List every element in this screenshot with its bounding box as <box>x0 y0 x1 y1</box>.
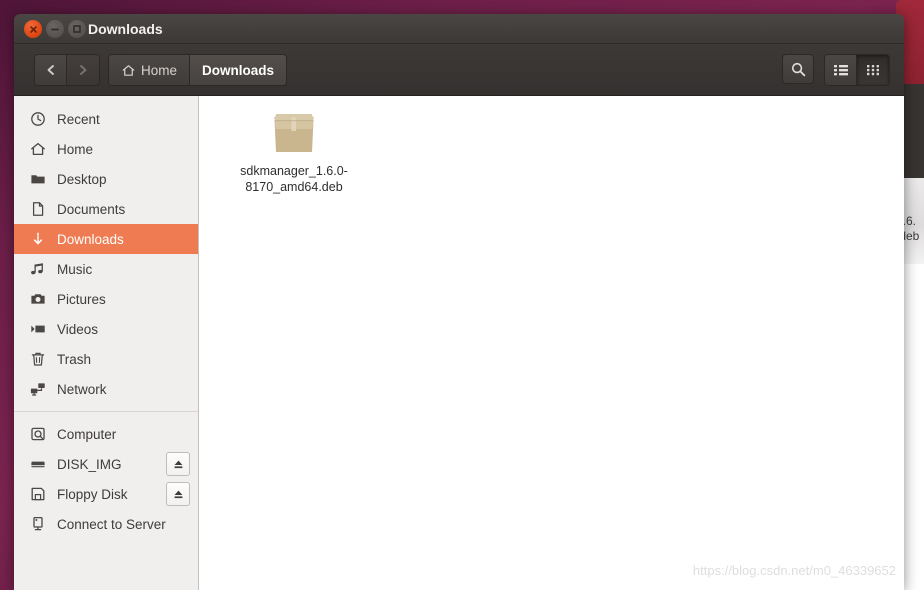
home-icon <box>122 64 135 76</box>
file-name-label: sdkmanager_1.6.0-8170_amd64.deb <box>240 164 348 194</box>
breadcrumb: Home Downloads <box>108 54 288 86</box>
file-list-content[interactable]: sdkmanager_1.6.0-8170_amd64.deb https://… <box>199 96 904 590</box>
maximize-button[interactable] <box>68 20 86 38</box>
file-item[interactable]: sdkmanager_1.6.0-8170_amd64.deb <box>224 108 364 195</box>
sidebar-item-downloads[interactable]: Downloads <box>14 224 198 254</box>
sidebar-item-music[interactable]: Music <box>14 254 198 284</box>
titlebar: Downloads <box>14 14 904 44</box>
view-mode-group <box>824 54 890 86</box>
sidebar-label-network: Network <box>57 381 107 397</box>
home-icon <box>29 141 46 158</box>
sidebar-label-recent: Recent <box>57 111 100 127</box>
sidebar-item-floppy-disk[interactable]: Floppy Disk <box>14 479 198 509</box>
floppy-icon <box>29 486 46 503</box>
sidebar-label-home: Home <box>57 141 94 157</box>
document-icon <box>29 201 46 218</box>
video-icon <box>29 321 46 338</box>
harddisk-icon <box>29 426 46 443</box>
chevron-right-icon <box>80 65 87 75</box>
sidebar-label-computer: Computer <box>57 426 117 442</box>
sidebar-item-connect-to-server[interactable]: Connect to Server <box>14 509 198 539</box>
sidebar-label-downloads: Downloads <box>57 231 124 247</box>
minimize-button[interactable] <box>46 20 64 38</box>
grid-view-icon <box>867 65 879 76</box>
eject-icon <box>174 460 182 468</box>
navigation-buttons <box>34 54 100 86</box>
list-view-icon <box>833 65 848 76</box>
toolbar: Home Downloads <box>14 44 904 96</box>
chevron-left-icon <box>47 65 54 75</box>
watermark-text: https://blog.csdn.net/m0_46339652 <box>692 563 896 578</box>
sidebar-item-videos[interactable]: Videos <box>14 314 198 344</box>
sidebar-item-trash[interactable]: Trash <box>14 344 198 374</box>
breadcrumb-item-home[interactable]: Home <box>109 55 190 85</box>
eject-button-disk-img[interactable] <box>166 452 190 476</box>
sidebar-item-pictures[interactable]: Pictures <box>14 284 198 314</box>
sidebar-label-music: Music <box>57 261 93 277</box>
sidebar-label-floppy-disk: Floppy Disk <box>57 486 128 502</box>
sidebar-label-connect-to-server: Connect to Server <box>57 516 166 532</box>
breadcrumb-label-home: Home <box>141 62 178 78</box>
minimize-icon <box>51 28 59 30</box>
music-icon <box>29 261 46 278</box>
sidebar-item-computer[interactable]: Computer <box>14 419 198 449</box>
download-icon <box>29 231 46 248</box>
grid-view-button[interactable] <box>857 55 889 85</box>
network-icon <box>29 381 46 398</box>
window-body: Recent Home Desktop Documents Downloads … <box>14 96 904 590</box>
breadcrumb-item-downloads[interactable]: Downloads <box>189 55 287 85</box>
folder-icon <box>29 171 46 188</box>
sidebar-separator <box>14 411 198 412</box>
trash-icon <box>29 351 46 368</box>
sidebar-item-disk-img[interactable]: DISK_IMG <box>14 449 198 479</box>
sidebar: Recent Home Desktop Documents Downloads … <box>14 96 199 590</box>
sidebar-item-desktop[interactable]: Desktop <box>14 164 198 194</box>
sidebar-item-home[interactable]: Home <box>14 134 198 164</box>
sidebar-label-trash: Trash <box>57 351 92 367</box>
clock-icon <box>29 111 46 128</box>
sidebar-item-recent[interactable]: Recent <box>14 104 198 134</box>
sidebar-label-videos: Videos <box>57 321 99 337</box>
toolbar-right-buttons <box>782 54 890 86</box>
forward-button[interactable] <box>67 55 99 85</box>
breadcrumb-label-downloads: Downloads <box>202 62 275 78</box>
file-manager-window: Downloads Home Downloads Recent Home Des… <box>14 14 904 590</box>
eject-icon <box>174 490 182 498</box>
window-title: Downloads <box>88 21 163 37</box>
list-view-button[interactable] <box>825 55 857 85</box>
eject-button-floppy-disk[interactable] <box>166 482 190 506</box>
back-button[interactable] <box>35 55 67 85</box>
close-button[interactable] <box>24 20 42 38</box>
package-box-icon <box>267 108 321 156</box>
maximize-icon <box>73 25 81 33</box>
sidebar-label-pictures: Pictures <box>57 291 106 307</box>
sidebar-label-desktop: Desktop <box>57 171 107 187</box>
sidebar-label-disk-img: DISK_IMG <box>57 456 122 472</box>
desktop-wallpaper: 1.6. .deb Downloads Home Downloads Recen… <box>0 0 924 590</box>
server-icon <box>29 516 46 533</box>
close-icon <box>29 25 37 33</box>
sidebar-item-network[interactable]: Network <box>14 374 198 404</box>
search-icon <box>791 62 805 76</box>
drive-icon <box>29 456 46 473</box>
camera-icon <box>29 291 46 308</box>
window-controls <box>24 20 86 38</box>
sidebar-item-documents[interactable]: Documents <box>14 194 198 224</box>
search-button[interactable] <box>782 54 814 84</box>
sidebar-label-documents: Documents <box>57 201 126 217</box>
